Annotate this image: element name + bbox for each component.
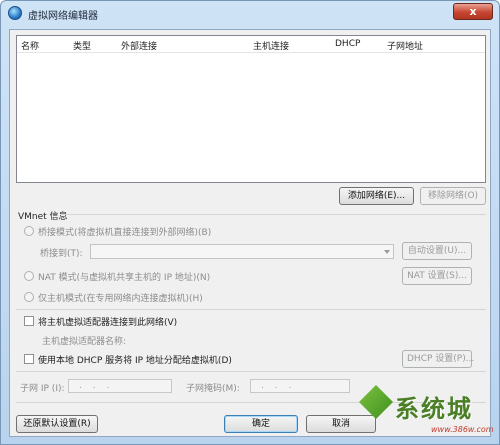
close-button[interactable]: x (453, 3, 493, 20)
ok-button[interactable]: 确定 (224, 415, 298, 433)
add-network-button[interactable]: 添加网络(E)... (339, 187, 414, 205)
use-dhcp-checkbox[interactable] (24, 354, 34, 364)
separator (16, 309, 486, 310)
watermark-url: www.386w.com (431, 425, 494, 434)
virtual-network-editor-window: 虚拟网络编辑器 x 名称 类型 外部连接 主机连接 DHCP 子网地址 添加网络… (0, 0, 500, 445)
column-dhcp[interactable]: DHCP (335, 39, 360, 49)
connect-adapter-label: 将主机虚拟适配器连接到此网络(V) (38, 318, 178, 328)
column-host[interactable]: 主机连接 (253, 39, 289, 52)
list-header: 名称 类型 外部连接 主机连接 DHCP 子网地址 (17, 36, 485, 53)
dhcp-settings-button[interactable]: DHCP 设置(P)... (402, 350, 474, 368)
subnet-mask-input[interactable]: . . . (250, 379, 350, 393)
column-external[interactable]: 外部连接 (121, 39, 157, 52)
column-subnet[interactable]: 子网地址 (387, 39, 423, 52)
subnet-mask-label: 子网掩码(M): (186, 384, 240, 394)
vmnet-info-label: VMnet 信息 (18, 212, 68, 222)
nat-mode-radio[interactable] (24, 271, 34, 281)
connect-adapter-checkbox[interactable] (24, 316, 34, 326)
host-only-mode-radio[interactable] (24, 292, 34, 302)
window-title: 虚拟网络编辑器 (28, 11, 98, 22)
bridged-mode-radio[interactable] (24, 226, 34, 236)
watermark-logo-icon (359, 385, 393, 419)
watermark-text: 系统城 (395, 394, 473, 423)
bridged-to-label: 桥接到(T): (40, 249, 83, 259)
network-list[interactable]: 名称 类型 外部连接 主机连接 DHCP 子网地址 (16, 35, 486, 183)
bridged-mode-label: 桥接模式(将虚拟机直接连接到外部网络)(B) (38, 228, 212, 238)
nat-settings-button[interactable]: NAT 设置(S)... (402, 267, 472, 285)
subnet-ip-label: 子网 IP (I): (20, 384, 65, 394)
subnet-ip-input[interactable]: . . . (68, 379, 172, 393)
auto-settings-button[interactable]: 自动设置(U)... (402, 242, 472, 260)
site-watermark: 系统城 www.386w.com (359, 379, 495, 439)
bridged-to-select[interactable] (90, 244, 394, 259)
column-type[interactable]: 类型 (73, 39, 91, 52)
title-bar[interactable]: 虚拟网络编辑器 x (1, 1, 499, 27)
adapter-name-label: 主机虚拟适配器名称: (42, 337, 127, 347)
host-only-mode-label: 仅主机模式(在专用网络内连接虚拟机)(H) (38, 294, 203, 304)
restore-defaults-button[interactable]: 还原默认设置(R) (16, 415, 98, 433)
separator (16, 371, 486, 372)
column-name[interactable]: 名称 (21, 39, 39, 52)
use-dhcp-label: 使用本地 DHCP 服务将 IP 地址分配给虚拟机(D) (38, 356, 232, 366)
app-icon (8, 6, 22, 20)
dialog-body: 名称 类型 外部连接 主机连接 DHCP 子网地址 添加网络(E)... 移除网… (9, 29, 491, 437)
nat-mode-label: NAT 模式(与虚拟机共享主机的 IP 地址)(N) (38, 273, 211, 283)
group-divider (60, 214, 486, 215)
remove-network-button[interactable]: 移除网络(O) (420, 187, 486, 205)
chevron-down-icon (384, 250, 390, 254)
